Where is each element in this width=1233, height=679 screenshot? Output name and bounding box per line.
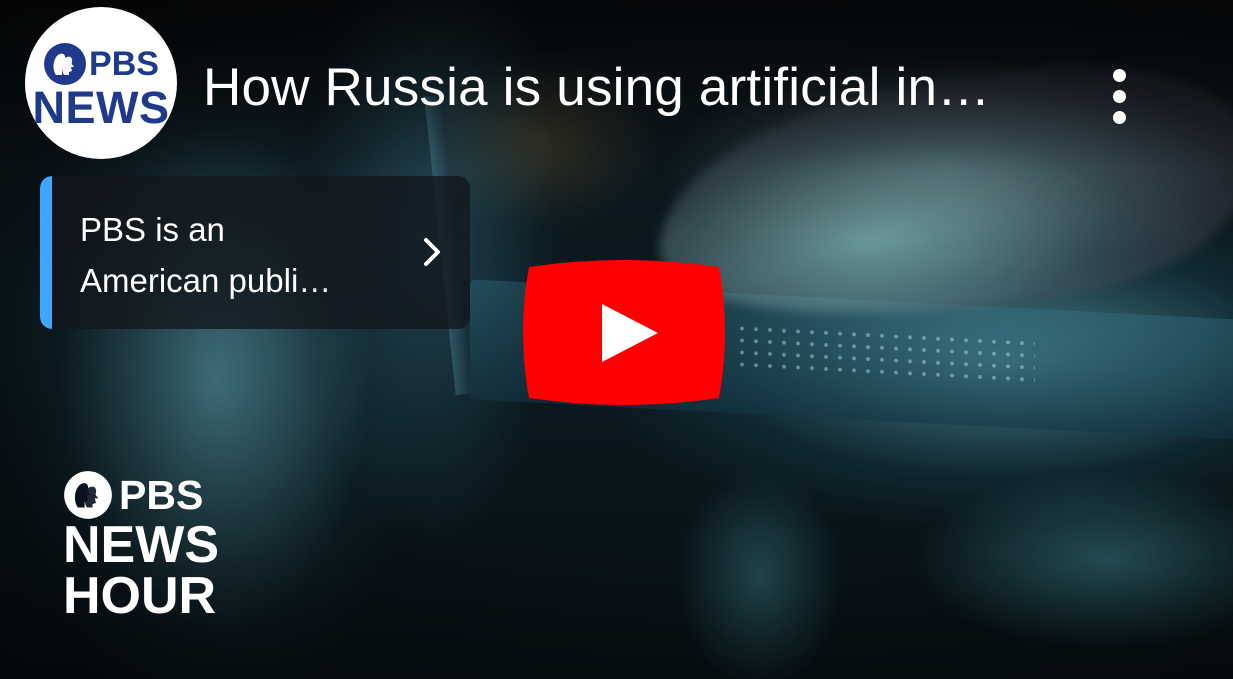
more-vertical-icon[interactable] [1103,65,1137,129]
menu-dot [1113,111,1126,124]
watermark-line-1: NEWS [63,516,219,574]
info-card-text: PBS is an American publi… [80,204,380,306]
info-card-accent [40,176,52,329]
avatar-brand-text: PBS [89,44,159,83]
video-title[interactable]: How Russia is using artificial in… [203,57,1043,119]
info-card-line-2: American publi… [80,262,332,299]
chevron-right-icon[interactable] [420,234,444,270]
menu-dot [1113,90,1126,103]
info-card-line-1: PBS is an [80,211,225,248]
info-card[interactable]: PBS is an American publi… [40,176,470,329]
pbs-heads-icon [64,471,112,519]
menu-dot [1113,69,1126,82]
channel-avatar[interactable]: PBS NEWS [25,7,177,159]
watermark-brand-text: PBS [119,471,204,518]
watermark-line-2: HOUR [63,567,217,625]
play-button[interactable] [517,257,731,408]
channel-watermark: PBS NEWS HOUR [63,470,219,622]
avatar-logo-row: PBS [43,42,159,86]
pbs-heads-icon [44,43,87,85]
avatar-news-text: NEWS [32,82,170,133]
video-player[interactable]: PBS NEWS How Russia is using artificial … [0,0,1233,679]
watermark-logo-row: PBS [63,470,219,520]
